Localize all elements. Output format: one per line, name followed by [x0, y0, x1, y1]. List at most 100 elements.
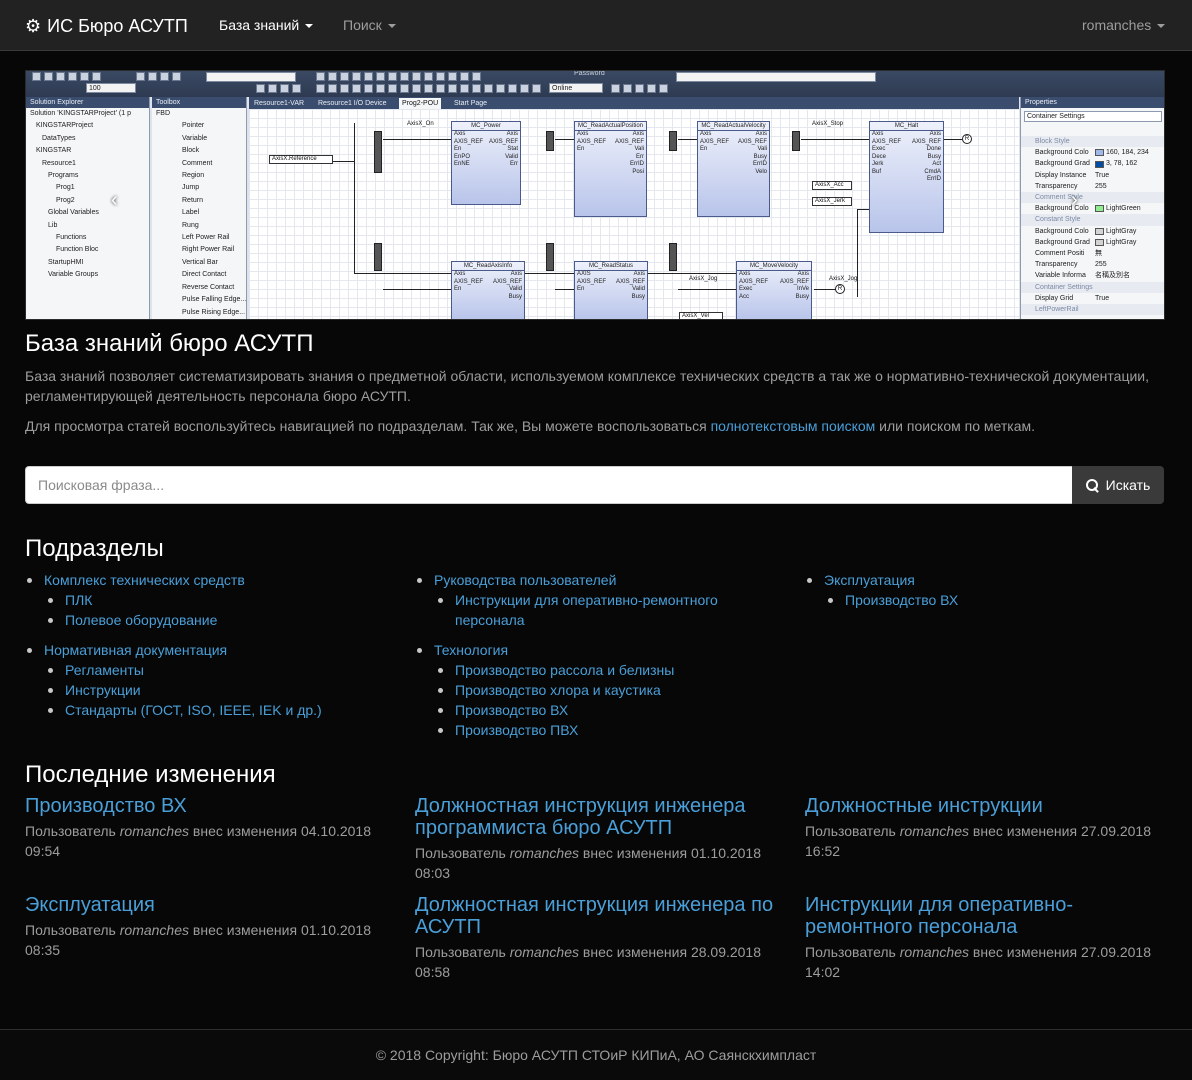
property-value: 3, 78, 162	[1091, 158, 1137, 169]
change-title-link[interactable]: Должностная инструкция инженера программ…	[415, 795, 780, 839]
change-item: Эксплуатация Пользователь romanches внес …	[25, 894, 390, 960]
toolbox-item: Variable	[182, 134, 208, 142]
ide-tabs: Resource1-VAR Resource1 I/O Device Prog2…	[249, 97, 1019, 109]
property-key: Variable Informa	[1035, 272, 1086, 280]
tree-item: Variable Groups	[48, 271, 99, 279]
solution-explorer-panel: Solution Explorer Solution 'KINGSTARProj…	[26, 97, 150, 319]
user-menu-dropdown[interactable]: romanches	[1082, 17, 1166, 33]
property-key: Background Colo	[1035, 149, 1089, 157]
fb-block: MC_MoveVelocity Axis Axis AXIS_REF AXIS_RE…	[736, 261, 812, 319]
change-title-link[interactable]: Инструкции для оперативно-ремонтного пер…	[805, 894, 1170, 938]
fb-block: MC_ReadActualPosition Axis Axis AXIS_REF A…	[574, 121, 647, 217]
subsection-link[interactable]: Нормативная документация	[44, 642, 227, 658]
subsection-child-link[interactable]: Производство ВХ	[455, 702, 568, 718]
property-value: True	[1095, 171, 1110, 179]
change-user: romanches	[119, 922, 190, 938]
brand-link[interactable]: ⚙ ИС Бюро АСУТП	[25, 14, 188, 38]
subsection-child-link[interactable]: Производство рассола и белизны	[455, 662, 674, 678]
fb-block: MC_ReadActualVelocity Axis Axis AXIS_REF A…	[697, 121, 770, 217]
properties-panel: Properties Container Settings Block Styl…	[1020, 97, 1164, 319]
subsection-item: Эксплуатация	[805, 570, 1175, 590]
tree-item: Solution 'KINGSTARProject' (1 p	[30, 110, 131, 117]
fulltext-search-link[interactable]: полнотекстовым поиском	[711, 418, 876, 434]
change-title-link[interactable]: Должностная инструкция инженера по АСУТП	[415, 894, 780, 938]
subsection-child-item: Полевое оборудование	[25, 610, 395, 630]
fb-block: MC_ReadStatus AXIS Axis AXIS_REF AXIS_REF …	[574, 261, 648, 319]
property-value: 255	[1095, 182, 1107, 190]
tree-item: Prog1	[56, 184, 75, 192]
subsection-item: Нормативная документация	[25, 640, 395, 660]
nav-knowledge-base-dropdown[interactable]: База знаний	[219, 17, 314, 33]
subsection-child-item: Производство ВХ	[805, 590, 1175, 610]
subsection-link[interactable]: Технология	[434, 642, 508, 658]
change-item: Должностная инструкция инженера по АСУТП…	[415, 894, 780, 982]
toolbox-item: Label	[182, 209, 200, 217]
recent-changes-heading: Последние изменения	[25, 761, 276, 788]
subsection-child-link[interactable]: Полевое оборудование	[65, 612, 217, 628]
fbd-diagram-canvas: AxisX.Reference AxisX_On AxisX_Stop Axis…	[249, 109, 1019, 319]
intro-hint: Для просмотра статей воспользуйтесь нави…	[25, 418, 1035, 434]
color-swatch	[1095, 205, 1104, 213]
property-value: True	[1095, 294, 1110, 302]
carousel-next-icon[interactable]: ›	[1071, 189, 1078, 212]
change-meta: Пользователь romanches внес изменения 01…	[415, 845, 762, 881]
property-value: 255	[1095, 261, 1107, 269]
subsection-child-link[interactable]: Инструкции	[65, 682, 141, 698]
page-title: База знаний бюро АСУТП	[25, 330, 314, 357]
change-user: romanches	[509, 944, 580, 960]
nav-search-dropdown[interactable]: Поиск	[343, 17, 396, 33]
subsection-child-link[interactable]: Инструкции для оперативно-ремонтного пер…	[455, 592, 718, 628]
subsection-child-link[interactable]: Регламенты	[65, 662, 144, 678]
property-row: Transparency 255	[1021, 259, 1164, 270]
subsections-column: Комплекс технических средств ПЛК Полевое о…	[25, 570, 395, 720]
nav-search-label: Поиск	[343, 17, 382, 33]
search-input[interactable]	[25, 466, 1072, 504]
subsections-column: Эксплуатация Производство ВХ	[805, 570, 1175, 610]
subsection-child-link[interactable]: Производство хлора и каустика	[455, 682, 661, 698]
subsection-link[interactable]: Комплекс технических средств	[44, 572, 245, 588]
brand-title: ИС Бюро АСУТП	[47, 15, 188, 36]
subsection-child-link[interactable]: ПЛК	[65, 592, 92, 608]
toolbox-item: Right Power Rail	[182, 246, 235, 254]
property-section: Block Style	[1021, 136, 1164, 148]
change-meta: Пользователь romanches внес изменения 27…	[805, 944, 1152, 980]
property-value: LightGreen	[1091, 203, 1141, 214]
change-title-link[interactable]: Должностные инструкции	[805, 795, 1170, 817]
change-title-link[interactable]: Эксплуатация	[25, 894, 390, 916]
subsection-child-link[interactable]: Производство ПВХ	[455, 722, 578, 738]
subsections-column: Руководства пользователей Инструкции для …	[415, 570, 785, 740]
tree-item: Function Bloc	[56, 246, 99, 254]
property-key: Comment Positi	[1035, 250, 1085, 258]
tree-item: KINGSTARProject	[36, 122, 94, 130]
toolbox-item: Rung	[182, 221, 199, 229]
change-title-link[interactable]: Производство ВХ	[25, 795, 390, 817]
search-button[interactable]: Искать	[1072, 466, 1164, 504]
property-key: Background Colo	[1035, 227, 1089, 235]
fb-block: MC_Power Axis Axis AXIS_REF AXIS_REF En Sta…	[451, 121, 521, 205]
property-key: Display Grid	[1035, 294, 1074, 302]
property-row: Background Colo 160, 184, 234	[1021, 147, 1164, 158]
subsection-child-link[interactable]: Производство ВХ	[845, 592, 958, 608]
subsection-link[interactable]: Руководства пользователей	[434, 572, 616, 588]
property-row: Display Grid True	[1021, 293, 1164, 304]
subsection-link[interactable]: Эксплуатация	[824, 572, 915, 588]
toolbox-item: Jump	[182, 184, 200, 192]
tree-item: Functions	[56, 234, 87, 242]
subsection-child-item: Стандарты (ГОСТ, ISO, IEEE, IEK и др.)	[25, 700, 395, 720]
property-row: Transparency 255	[1021, 181, 1164, 192]
color-swatch	[1095, 160, 1104, 168]
fb-block: MC_ReadAxisInfo Axis Axis AXIS_REF AXIS_RE…	[451, 261, 525, 319]
property-key: Transparency	[1035, 182, 1078, 190]
subsection-child-link[interactable]: Стандарты (ГОСТ, ISO, IEEE, IEK и др.)	[65, 702, 322, 718]
toolbox-item: Comment	[182, 159, 213, 167]
change-meta: Пользователь romanches внес изменения 28…	[415, 944, 762, 980]
chevron-down-icon	[387, 24, 396, 28]
change-meta: Пользователь romanches внес изменения 27…	[805, 823, 1152, 859]
intro-lead: База знаний позволяет систематизировать …	[25, 368, 1149, 404]
footer: © 2018 Copyright: Бюро АСУТП СТОиР КИПиА…	[0, 1029, 1192, 1080]
color-swatch	[1095, 227, 1104, 235]
change-item: Должностная инструкция инженера программ…	[415, 795, 780, 883]
navbar: ⚙ ИС Бюро АСУТП База знаний Поиск romanc…	[0, 0, 1192, 51]
toolbox-item: Region	[182, 172, 205, 180]
carousel-prev-icon[interactable]: ‹	[111, 189, 118, 212]
